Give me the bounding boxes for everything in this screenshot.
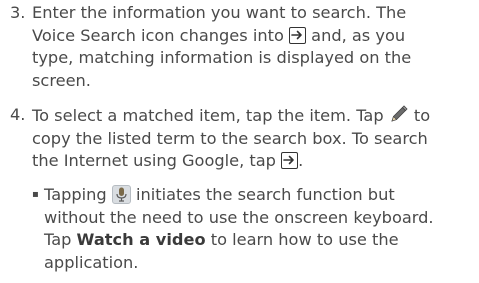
tip-line-3-end: to learn how to use the	[205, 230, 399, 249]
step-number: 4.	[10, 105, 26, 124]
step-4-line-1-end: to	[408, 106, 431, 125]
step-4-text: To select a matched item, tap the item. …	[32, 104, 476, 173]
manual-page: 3. Enter the information you want to sea…	[0, 0, 479, 283]
tip-bullet: ▪ Tapping initiates the search function …	[32, 184, 478, 274]
tip-line-1: Tapping initiates the search function bu…	[44, 184, 478, 207]
step-4-line-3-end: .	[298, 151, 304, 170]
step-4-line-2: copy the listed term to the search box. …	[32, 128, 428, 148]
step-4-line-1: To select a matched item, tap the item. …	[32, 104, 476, 128]
step-3-line-1: Enter the information you want to search…	[32, 3, 407, 22]
go-arrow-icon	[289, 26, 306, 44]
step-4-line-3-start: the Internet using Google, tap	[32, 151, 282, 170]
step-3-line-2-end: and, as you	[306, 25, 406, 45]
tip-line-3-start: Tap	[44, 230, 77, 249]
step-3-line-2-start: Voice Search icon changes into	[32, 25, 289, 45]
step-3: 3. Enter the information you want to sea…	[10, 2, 476, 92]
step-4: 4. To select a matched item, tap the ite…	[10, 104, 476, 173]
tip-line-1-end: initiates the search function but	[130, 185, 395, 204]
tip-line-4: application.	[44, 252, 139, 272]
go-arrow-icon	[281, 152, 299, 169]
step-4-line-1-start: To select a matched item, tap the item. …	[32, 106, 389, 125]
step-3-line-4: screen.	[32, 70, 91, 90]
step-number: 3.	[10, 3, 26, 22]
watch-video-label: Watch a video	[76, 230, 206, 249]
step-4-line-3: the Internet using Google, tap .	[32, 150, 476, 173]
step-3-line-2: Voice Search icon changes into and, as y…	[32, 25, 476, 48]
step-3-text: Enter the information you want to search…	[32, 2, 476, 92]
tip-text: Tapping initiates the search function bu…	[44, 184, 478, 274]
step-3-line-3: type, matching information is displayed …	[32, 48, 412, 67]
tip-line-1-start: Tapping	[44, 185, 112, 204]
tip-line-3: Tap Watch a video to learn how to use th…	[44, 229, 478, 252]
bullet-mark: ▪	[32, 189, 39, 200]
microphone-icon	[111, 185, 131, 204]
pencil-icon	[389, 104, 409, 124]
tip-line-2: without the need to use the onscreen key…	[44, 207, 434, 227]
